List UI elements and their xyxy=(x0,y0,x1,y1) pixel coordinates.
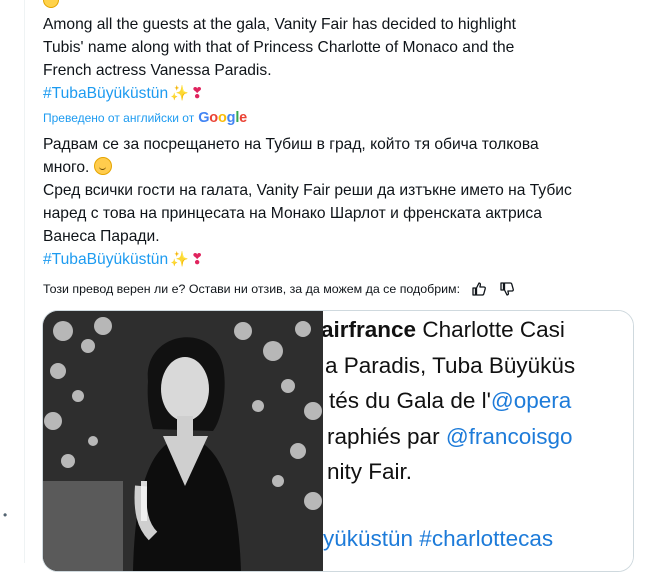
tweet-post: Among all the guests at the gala, Vanity… xyxy=(24,0,659,572)
screenshot-line-6: yüküstün #charlottecas xyxy=(323,526,554,551)
translated-line-2-row: много. xyxy=(43,156,623,179)
clipped-emoji-icon xyxy=(43,0,59,8)
original-line-1: Among all the guests at the gala, Vanity… xyxy=(43,16,517,33)
translation-feedback: Този превод верен ли е? Остави ни отзив,… xyxy=(43,280,516,298)
original-line-2: Tubis' name along with that of Princess … xyxy=(43,39,515,56)
sparkles-icon: ✨ xyxy=(170,84,189,102)
translated-line-4: наред с това на принцесата на Монако Шар… xyxy=(43,205,542,222)
smiling-face-with-tear-icon xyxy=(93,157,112,175)
tweet-media[interactable]: airfrance Charlotte Casi a Paradis, Tuba… xyxy=(42,310,634,572)
hashtag-link[interactable]: #TubaBüyüküstün xyxy=(43,82,168,105)
woman-photo[interactable] xyxy=(43,311,323,571)
left-gutter: • xyxy=(0,0,24,563)
translated-line-2: много. xyxy=(43,159,90,176)
screenshot-line-1: airfrance Charlotte Casi xyxy=(323,317,565,342)
thumbs-up-icon[interactable] xyxy=(470,280,488,298)
heart-exclamation-icon: ❣ xyxy=(190,250,204,268)
tweet-original-text: Among all the guests at the gala, Vanity… xyxy=(43,13,623,105)
translated-hashtag-link[interactable]: #TubaBüyüküstün xyxy=(43,248,168,271)
feedback-question: Този превод верен ли е? Остави ни отзив,… xyxy=(43,282,461,296)
original-line-3: French actress Vanessa Paradis. xyxy=(43,62,272,79)
tweet-translated-text: Радвам се за посрещането на Тубиш в град… xyxy=(43,133,623,271)
translation-attribution: Преведено от английски от Google xyxy=(43,110,247,126)
heart-exclamation-icon: ❣ xyxy=(190,84,204,102)
translated-line-5: Ванеса Паради. xyxy=(43,228,160,245)
embedded-screenshot: airfrance Charlotte Casi a Paradis, Tuba… xyxy=(323,311,633,571)
screenshot-line-3: tés du Gala de l'@opera xyxy=(329,388,572,413)
translated-hashtag-row: #TubaBüyüküstün ✨ ❣ xyxy=(43,248,623,271)
screenshot-line-2: a Paradis, Tuba Büyüküs xyxy=(325,353,576,378)
translated-line-3: Сред всички гости на галата, Vanity Fair… xyxy=(43,182,572,199)
thumbs-down-icon[interactable] xyxy=(498,280,516,298)
google-logo: Google xyxy=(198,110,248,126)
sparkles-icon: ✨ xyxy=(170,250,189,268)
gutter-dot: • xyxy=(3,508,8,522)
translation-note: Преведено от английски от xyxy=(43,111,195,125)
screenshot-line-4: raphiés par @francoisgo xyxy=(327,424,573,449)
original-hashtag-row: #TubaBüyüküstün ✨ ❣ xyxy=(43,82,623,105)
translated-line-1: Радвам се за посрещането на Тубиш в град… xyxy=(43,136,539,153)
screenshot-line-5: nity Fair. xyxy=(327,459,413,484)
